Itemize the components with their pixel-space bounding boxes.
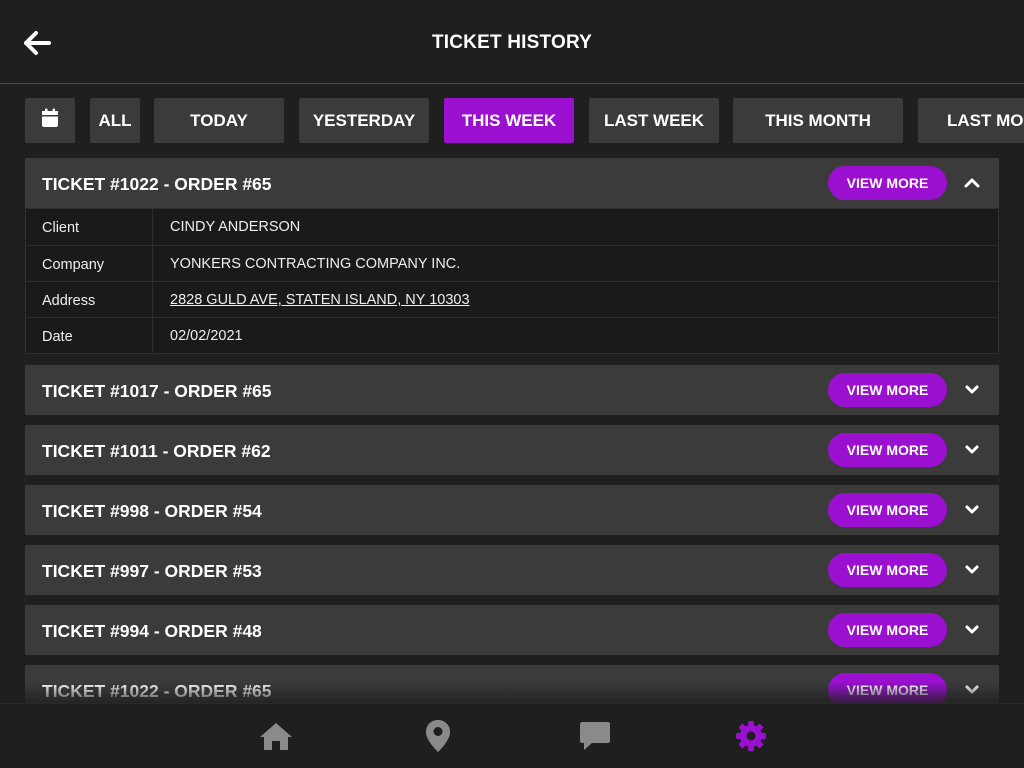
filter-yesterday[interactable]: YESTERDAY <box>299 98 429 143</box>
chat-icon[interactable] <box>577 718 613 754</box>
ticket-header[interactable]: TICKET #994 - ORDER #48 VIEW MORE <box>25 605 999 655</box>
detail-row-client: Client CINDY ANDERSON <box>26 209 998 245</box>
view-more-button[interactable]: VIEW MORE <box>828 433 947 467</box>
app-header: TICKET HISTORY <box>0 0 1024 84</box>
gear-icon[interactable] <box>733 718 769 754</box>
chevron-down-icon[interactable] <box>963 681 981 699</box>
ticket-details: Client CINDY ANDERSON Company YONKERS CO… <box>25 208 999 354</box>
address-link[interactable]: 2828 GULD AVE, STATEN ISLAND, NY 10303 <box>170 292 470 308</box>
detail-label: Date <box>42 329 73 345</box>
filter-this-week[interactable]: THIS WEEK <box>444 98 574 143</box>
divider <box>152 246 153 281</box>
ticket-card: TICKET #1011 - ORDER #62 VIEW MORE <box>25 425 999 475</box>
ticket-title: TICKET #994 - ORDER #48 <box>42 621 262 641</box>
ticket-title: TICKET #997 - ORDER #53 <box>42 561 262 581</box>
ticket-card: TICKET #1017 - ORDER #65 VIEW MORE <box>25 365 999 415</box>
bottom-navigation <box>0 703 1024 768</box>
detail-row-address: Address 2828 GULD AVE, STATEN ISLAND, NY… <box>26 281 998 317</box>
filter-this-month[interactable]: THIS MONTH <box>733 98 903 143</box>
view-more-button[interactable]: VIEW MORE <box>828 673 947 707</box>
ticket-card: TICKET #1022 - ORDER #65 VIEW MORE Clien… <box>25 158 999 354</box>
filter-last-month[interactable]: LAST MO <box>918 98 1024 143</box>
divider <box>152 318 153 353</box>
detail-value: CINDY ANDERSON <box>170 219 301 235</box>
chevron-down-icon[interactable] <box>963 621 981 639</box>
ticket-title: TICKET #1017 - ORDER #65 <box>42 381 272 401</box>
ticket-header[interactable]: TICKET #1011 - ORDER #62 VIEW MORE <box>25 425 999 475</box>
filter-today[interactable]: TODAY <box>154 98 284 143</box>
calendar-button[interactable] <box>25 98 75 143</box>
view-more-button[interactable]: VIEW MORE <box>828 613 947 647</box>
ticket-card: TICKET #994 - ORDER #48 VIEW MORE <box>25 605 999 655</box>
chevron-down-icon[interactable] <box>963 501 981 519</box>
view-more-button[interactable]: VIEW MORE <box>828 166 947 200</box>
ticket-card: TICKET #997 - ORDER #53 VIEW MORE <box>25 545 999 595</box>
chevron-down-icon[interactable] <box>963 441 981 459</box>
ticket-header[interactable]: TICKET #1022 - ORDER #65 VIEW MORE <box>25 158 999 208</box>
detail-row-company: Company YONKERS CONTRACTING COMPANY INC. <box>26 245 998 281</box>
ticket-title: TICKET #1011 - ORDER #62 <box>42 441 271 461</box>
ticket-header[interactable]: TICKET #1017 - ORDER #65 VIEW MORE <box>25 365 999 415</box>
view-more-button[interactable]: VIEW MORE <box>828 373 947 407</box>
divider <box>152 282 153 317</box>
ticket-card: TICKET #998 - ORDER #54 VIEW MORE <box>25 485 999 535</box>
chevron-down-icon[interactable] <box>963 381 981 399</box>
filter-all[interactable]: ALL <box>90 98 140 143</box>
view-more-button[interactable]: VIEW MORE <box>828 553 947 587</box>
detail-label: Company <box>42 257 105 273</box>
detail-value: 02/02/2021 <box>170 328 243 344</box>
detail-label: Address <box>42 293 96 309</box>
location-pin-icon[interactable] <box>420 718 456 754</box>
ticket-header[interactable]: TICKET #997 - ORDER #53 VIEW MORE <box>25 545 999 595</box>
calendar-icon <box>41 108 59 133</box>
divider <box>152 209 153 245</box>
view-more-button[interactable]: VIEW MORE <box>828 493 947 527</box>
ticket-title: TICKET #1022 - ORDER #65 <box>42 174 272 194</box>
chevron-down-icon[interactable] <box>963 561 981 579</box>
ticket-header[interactable]: TICKET #998 - ORDER #54 VIEW MORE <box>25 485 999 535</box>
detail-row-date: Date 02/02/2021 <box>26 317 998 353</box>
detail-label: Client <box>42 220 80 236</box>
chevron-up-icon[interactable] <box>963 174 981 192</box>
ticket-title: TICKET #1022 - ORDER #65 <box>42 681 272 701</box>
ticket-title: TICKET #998 - ORDER #54 <box>42 501 262 521</box>
detail-value: YONKERS CONTRACTING COMPANY INC. <box>170 256 461 272</box>
page-title: TICKET HISTORY <box>431 32 593 53</box>
date-filter-bar: ALL TODAY YESTERDAY THIS WEEK LAST WEEK … <box>0 98 1024 144</box>
filter-last-week[interactable]: LAST WEEK <box>589 98 719 143</box>
home-icon[interactable] <box>258 718 294 754</box>
